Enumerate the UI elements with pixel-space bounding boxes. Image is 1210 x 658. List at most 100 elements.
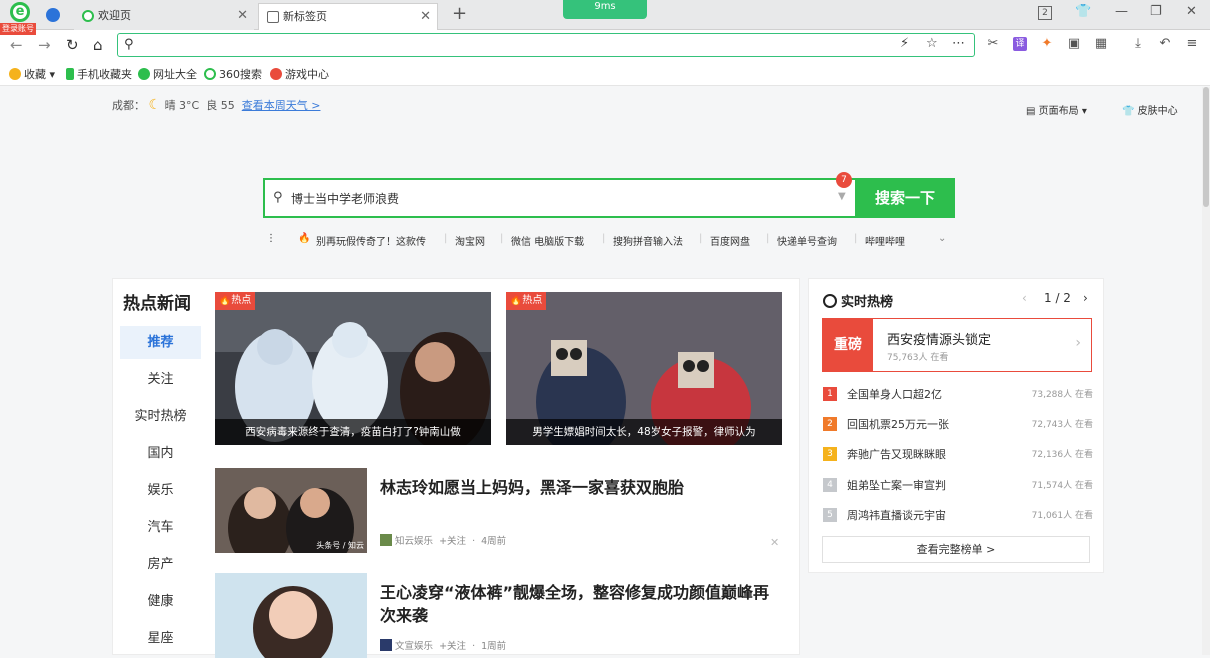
apps-icon[interactable]: ▦ <box>1094 37 1108 51</box>
dismiss-icon[interactable]: ✕ <box>770 536 779 549</box>
quick-link[interactable]: 快递单号查询 <box>777 233 837 248</box>
translate-icon[interactable]: 译 <box>1013 37 1027 51</box>
prev-page-icon[interactable]: ‹ <box>1022 291 1027 305</box>
quick-link[interactable]: 哔哩哔哩 <box>865 233 905 248</box>
globe-icon <box>138 68 150 80</box>
hot-item[interactable]: 1 全国单身人口超2亿 73,288人 在看 <box>823 386 1093 404</box>
reader-icon[interactable]: ▣ <box>1067 37 1081 51</box>
layout-icon: ▤ <box>1026 106 1036 117</box>
more-dots-icon[interactable]: ⋮ <box>266 233 276 244</box>
game-icon[interactable]: ✦ <box>1040 37 1054 51</box>
tab-health[interactable]: 健康 <box>120 585 201 618</box>
back-icon[interactable]: ← <box>10 36 23 54</box>
article-meta: 文宣娱乐 +关注 · 1周前 <box>380 638 506 652</box>
tab-recommend[interactable]: 推荐 <box>120 326 201 359</box>
chevron-down-icon[interactable]: ⌄ <box>938 233 946 244</box>
quick-link[interactable]: 搜狗拼音输入法 <box>613 233 683 248</box>
menu-icon[interactable]: ≡ <box>1185 37 1199 51</box>
url-box[interactable]: ⚲ ⚡ ☆ ⋯ <box>117 33 975 57</box>
new-tab-button[interactable]: + <box>452 3 467 24</box>
tab-astrology[interactable]: 星座 <box>120 622 201 655</box>
bookmarks-bar: 收藏 ▾ 手机收藏夹 网址大全 360搜索 游戏中心 <box>0 60 1210 86</box>
bookmark-360search[interactable]: 360搜索 <box>204 66 262 82</box>
bookmark-sites[interactable]: 网址大全 <box>138 66 197 82</box>
pinned-tab-icon[interactable] <box>46 8 60 22</box>
weather-week-link[interactable]: 查看本周天气 > <box>242 99 321 112</box>
scissors-icon[interactable]: ✂ <box>986 37 1000 51</box>
page-indicator: 1 / 2 <box>1044 291 1071 305</box>
tab-auto[interactable]: 汽车 <box>120 511 201 544</box>
search-button[interactable]: 搜索一下 <box>855 178 955 218</box>
tab-house[interactable]: 房产 <box>120 548 201 581</box>
skin-center-link[interactable]: 👕 皮肤中心 <box>1122 102 1178 117</box>
browser-logo-icon[interactable]: e <box>6 2 34 24</box>
news-title: 热点新闻 <box>123 294 191 314</box>
download-icon[interactable]: ⤓ <box>1131 37 1145 51</box>
clock-icon <box>823 294 837 308</box>
more-icon[interactable]: ⋯ <box>952 36 965 51</box>
top-hot-item[interactable]: 重磅 西安疫情源头锁定 75,763人 在看 › <box>822 318 1092 372</box>
scrollbar-thumb[interactable] <box>1203 87 1209 207</box>
search-input[interactable] <box>291 189 831 207</box>
article-meta: 知云娱乐 +关注 · 4周前 <box>380 533 506 547</box>
tab-new[interactable]: 新标签页 ✕ <box>258 3 438 30</box>
realtime-hot-panel: 实时热榜 ‹ 1 / 2 › 重磅 西安疫情源头锁定 75,763人 在看 › … <box>808 278 1104 573</box>
ie-icon <box>82 10 94 22</box>
rank-badge: 3 <box>823 447 837 461</box>
speed-indicator[interactable]: 9ms <box>563 0 647 19</box>
quick-link[interactable]: 百度网盘 <box>710 233 750 248</box>
quick-link[interactable]: 淘宝网 <box>455 233 485 248</box>
close-icon[interactable]: ✕ <box>420 4 431 30</box>
minimize-icon[interactable]: — <box>1115 4 1128 19</box>
article-title[interactable]: 王心凌穿“液体裤”靓爆全场，整容修复成功颜值巅峰再次来袭 <box>380 581 780 627</box>
close-icon[interactable]: ✕ <box>237 3 248 29</box>
bookmark-mobile[interactable]: 手机收藏夹 <box>66 66 132 82</box>
search-icon: ⚲ <box>273 190 283 205</box>
hot-item[interactable]: 5 周鸿祎直播谈元宇宙 71,061人 在看 <box>823 507 1093 525</box>
reload-icon[interactable]: ↻ <box>66 36 79 54</box>
search-icon: ⚲ <box>124 37 134 52</box>
tab-realtime[interactable]: 实时热榜 <box>120 400 201 433</box>
tab-welcome[interactable]: 欢迎页 ✕ <box>74 3 254 30</box>
quick-link[interactable]: 微信 电脑版下载 <box>511 233 584 248</box>
login-badge[interactable]: 登录账号 <box>0 23 36 35</box>
close-window-icon[interactable]: ✕ <box>1186 4 1197 19</box>
full-list-button[interactable]: 查看完整榜单 > <box>822 536 1090 563</box>
search-360-icon <box>204 68 216 80</box>
url-input[interactable] <box>144 36 884 54</box>
big-news-card[interactable]: 🔥热点 男学生嫖娼时间太长，48岁女子报警，律师认为 <box>506 292 782 445</box>
tab-domestic[interactable]: 国内 <box>120 437 201 470</box>
dropdown-icon[interactable]: ▼ <box>838 191 846 202</box>
shirt-icon[interactable]: 👕 <box>1075 4 1091 19</box>
flame-icon: 🔥 <box>298 233 311 244</box>
article-thumbnail[interactable] <box>215 573 367 658</box>
star-icon <box>9 68 21 80</box>
home-icon[interactable]: ⌂ <box>93 36 103 54</box>
forward-icon[interactable]: → <box>38 36 51 54</box>
undo-icon[interactable]: ↶ <box>1158 37 1172 51</box>
bookmark-favorites[interactable]: 收藏 ▾ <box>9 66 55 82</box>
quick-link[interactable]: 别再玩假传奇了！这款传 <box>316 233 426 248</box>
page-layout-link[interactable]: ▤ 页面布局 ▾ <box>1026 102 1087 117</box>
top-label: 重磅 <box>823 319 873 371</box>
next-page-icon[interactable]: › <box>1083 291 1088 305</box>
article-thumbnail[interactable]: 头条号 / 知云 <box>215 468 367 553</box>
news-caption: 西安病毒来源终于查清，疫苗白打了?钟南山做 <box>215 419 491 445</box>
chevron-right-icon: › <box>1075 335 1081 351</box>
star-icon[interactable]: ☆ <box>926 36 938 51</box>
weather-widget: 成都： ☾ 晴 3°C 良 55 查看本周天气 > <box>112 97 321 113</box>
rank-badge: 2 <box>823 417 837 431</box>
article-title[interactable]: 林志玲如愿当上妈妈，黑泽一家喜获双胞胎 <box>380 476 780 499</box>
big-news-card[interactable]: 🔥热点 西安病毒来源终于查清，疫苗白打了?钟南山做 <box>215 292 491 445</box>
hot-item[interactable]: 4 姐弟坠亡案一审宣判 71,574人 在看 <box>823 477 1093 495</box>
hot-item[interactable]: 2 回国机票25万元一张 72,743人 在看 <box>823 416 1093 434</box>
tab-entertainment[interactable]: 娱乐 <box>120 474 201 507</box>
lightning-icon[interactable]: ⚡ <box>900 36 909 51</box>
hot-item[interactable]: 3 奔驰广告又现眯眯眼 72,136人 在看 <box>823 446 1093 464</box>
tab-count-icon[interactable]: 2 <box>1038 6 1052 20</box>
bookmark-games[interactable]: 游戏中心 <box>270 66 329 82</box>
shirt-icon: 👕 <box>1122 106 1135 117</box>
tab-follow[interactable]: 关注 <box>120 363 201 396</box>
scrollbar[interactable] <box>1202 87 1210 655</box>
restore-icon[interactable]: ❐ <box>1150 4 1162 19</box>
